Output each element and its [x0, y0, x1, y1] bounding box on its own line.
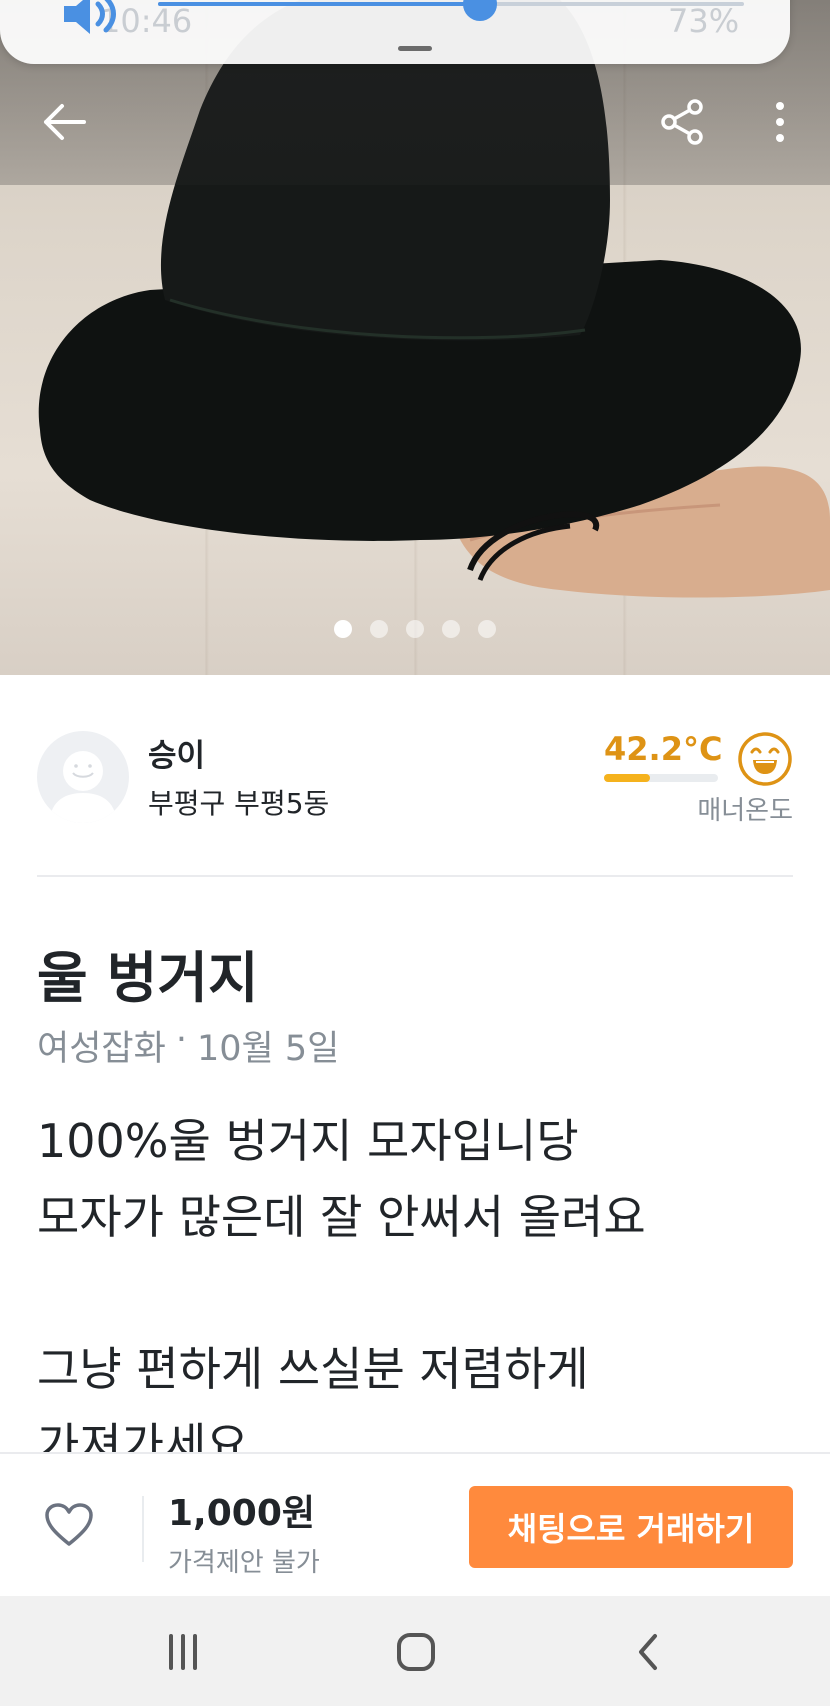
post-description: 100%울 벙거지 모자입니당 모자가 많은데 잘 안써서 올려요 그냥 편하게…	[37, 1114, 646, 1453]
avatar[interactable]	[37, 731, 129, 823]
manner-temperature: 42.2°C	[604, 730, 723, 768]
manner-temperature-bar	[604, 774, 718, 782]
page-dot[interactable]	[442, 620, 460, 638]
post-title: 울 벙거지	[37, 946, 259, 1010]
share-button[interactable]	[652, 92, 712, 152]
page-dot[interactable]	[406, 620, 424, 638]
volume-slider[interactable]	[158, 0, 744, 21]
system-navigation-bar	[0, 1596, 830, 1706]
image-pagination	[0, 620, 830, 638]
default-avatar-icon	[49, 751, 117, 823]
price-negotiation: 가격제안 불가	[168, 1548, 320, 1578]
status-battery: 73%	[668, 2, 740, 40]
page-dot[interactable]	[370, 620, 388, 638]
price: 1,000원	[168, 1493, 315, 1534]
post-meta: 여성잡화 · 10월 5일	[37, 1020, 339, 1071]
page-dot[interactable]	[334, 620, 352, 638]
seller-profile[interactable]: 승이 부평구 부평5동 42.2°C 매너온도	[0, 730, 830, 830]
seller-name: 승이	[148, 738, 206, 774]
back-chevron-icon	[639, 1634, 657, 1670]
nav-back-button[interactable]	[608, 1624, 688, 1680]
home-icon	[397, 1633, 435, 1671]
more-button[interactable]	[750, 92, 810, 152]
back-button[interactable]	[34, 92, 94, 152]
heart-icon	[45, 1503, 93, 1546]
home-button[interactable]	[376, 1624, 456, 1680]
smiley-face-icon	[738, 732, 792, 786]
recents-button[interactable]	[143, 1624, 223, 1680]
product-image-carousel[interactable]	[0, 0, 830, 675]
volume-panel: 10:46 73%	[0, 0, 790, 64]
recents-icon	[169, 1634, 197, 1670]
manner-temperature-fill	[604, 774, 650, 782]
vertical-divider	[142, 1496, 144, 1562]
page-dot[interactable]	[478, 620, 496, 638]
post-category[interactable]: 여성잡화	[37, 1020, 166, 1071]
volume-fill	[158, 2, 481, 6]
more-vertical-icon	[776, 102, 784, 142]
purchase-bar: 1,000원 가격제안 불가 채팅으로 거래하기	[0, 1452, 830, 1598]
seller-location: 부평구 부평5동	[148, 787, 330, 820]
like-button[interactable]	[44, 1502, 94, 1552]
arrow-left-icon	[44, 104, 86, 140]
volume-thumb[interactable]	[463, 0, 498, 21]
share-icon	[661, 99, 703, 145]
chat-trade-button[interactable]: 채팅으로 거래하기	[469, 1486, 793, 1568]
manner-temperature-label: 매너온도	[697, 796, 793, 826]
speaker-icon[interactable]	[60, 0, 124, 36]
panel-drag-handle[interactable]	[398, 46, 432, 51]
section-divider	[37, 875, 793, 877]
meta-separator: ·	[175, 1020, 187, 1060]
post-date: 10월 5일	[196, 1029, 340, 1069]
